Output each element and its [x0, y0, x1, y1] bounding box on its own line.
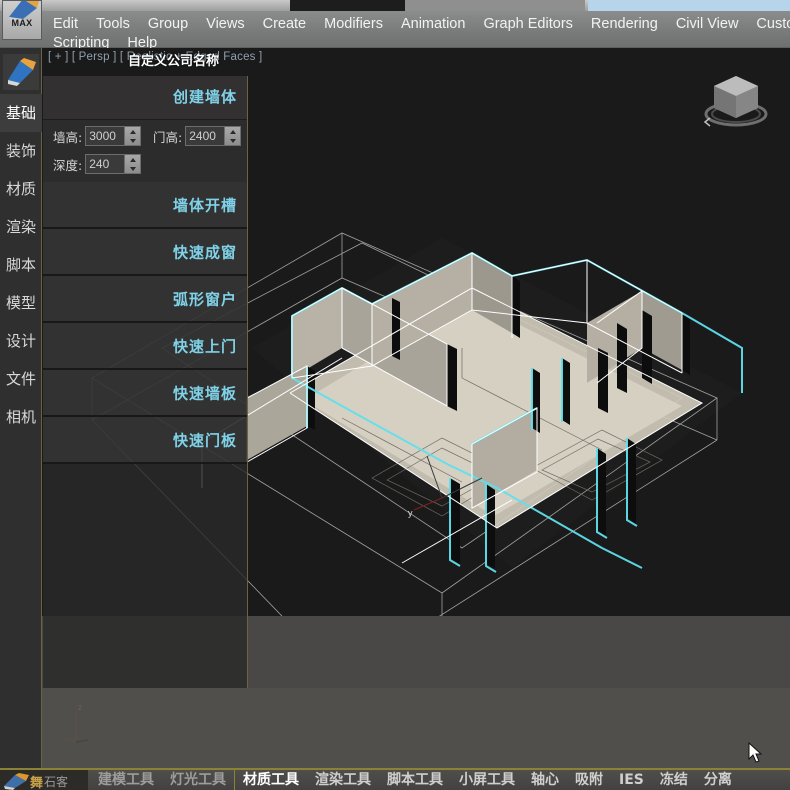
svg-text:x: x — [428, 444, 433, 454]
bottom-toolbar: 舞 石客 建模工具 灯光工具 材质工具 渲染工具 脚本工具 小屏工具 轴心 吸附 IES 冻结 分离 — [0, 768, 790, 790]
sidebar-item-script[interactable]: 脚本 — [0, 246, 42, 284]
menu-row-primary: Edit Tools Group Views Create Modifiers Animat… — [44, 15, 790, 34]
arc-window-button[interactable]: 弧形窗户 — [43, 276, 247, 323]
sidebar-items: 基础 装饰 材质 渲染 脚本 模型 设计 文件 相机 — [0, 94, 42, 436]
sidebar-item-decoration[interactable]: 装饰 — [0, 132, 42, 170]
menu-item-rendering[interactable]: Rendering — [582, 15, 667, 34]
sidebar-item-material[interactable]: 材质 — [0, 170, 42, 208]
brand-logo-subtext: 石客 — [44, 775, 69, 789]
freeze-button[interactable]: 冻结 — [652, 770, 696, 790]
render-tools-button[interactable]: 渲染工具 — [307, 770, 379, 790]
brand-logo-text: 舞 — [30, 776, 44, 790]
menu-bar: Edit Tools Group Views Create Modifiers Animat… — [0, 11, 790, 51]
toolbar-segment-gray — [405, 0, 585, 11]
menu-item-group[interactable]: Group — [139, 15, 197, 34]
menu-item-tools[interactable]: Tools — [87, 15, 139, 34]
ies-button[interactable]: IES — [611, 770, 652, 790]
viewcube-navigation-icon[interactable] — [700, 64, 772, 136]
wall-depth-stepper[interactable] — [85, 154, 142, 174]
viewport-status-pane — [42, 688, 790, 768]
sidebar-item-file[interactable]: 文件 — [0, 360, 42, 398]
spin-up-icon[interactable] — [125, 127, 140, 136]
wall-depth-input[interactable] — [86, 155, 125, 173]
quick-door-button-label: 快速上门 — [172, 337, 237, 355]
sidebar-item-render[interactable]: 渲染 — [0, 208, 42, 246]
max-button-label: MAX — [11, 18, 33, 28]
wall-parameters: 墙高: 门高: — [43, 120, 247, 182]
lighting-tools-button[interactable]: 灯光工具 — [162, 770, 234, 790]
quick-door-panel-button-label: 快速门板 — [172, 431, 237, 449]
quick-wall-panel-button[interactable]: 快速墙板 — [43, 370, 247, 417]
quick-wall-panel-button-label: 快速墙板 — [172, 384, 237, 402]
axis-tripod-icon: z — [65, 703, 89, 743]
quick-window-button[interactable]: 快速成窗 — [43, 229, 247, 276]
menu-item-customize[interactable]: Customize — [747, 15, 790, 34]
quick-door-button[interactable]: 快速上门 — [43, 323, 247, 370]
arc-window-button-label: 弧形窗户 — [172, 290, 237, 308]
sidebar-item-basics[interactable]: 基础 — [0, 94, 42, 132]
wall-height-label: 墙高: — [53, 129, 83, 145]
modeling-tools-button[interactable]: 建模工具 — [90, 770, 162, 790]
menu-item-graph-editors[interactable]: Graph Editors — [474, 15, 581, 34]
wall-height-spin-arrows[interactable] — [124, 127, 141, 145]
script-tools-button[interactable]: 脚本工具 — [379, 770, 451, 790]
viewport-watermark: 自定义公司名称 — [128, 53, 220, 68]
detach-button[interactable]: 分离 — [696, 770, 740, 790]
wall-depth-label: 深度: — [53, 157, 83, 173]
small-screen-tools-button[interactable]: 小屏工具 — [451, 770, 523, 790]
page-title: 创建墙体 — [172, 88, 237, 106]
wall-slotting-button-label: 墙体开槽 — [172, 196, 237, 214]
menu-item-views[interactable]: Views — [197, 15, 253, 34]
wall-slotting-button[interactable]: 墙体开槽 — [43, 182, 247, 229]
quick-door-panel-button[interactable]: 快速门板 — [43, 417, 247, 464]
menu-item-modifiers[interactable]: Modifiers — [315, 15, 392, 34]
application-window: Edit Tools Group Views Create Modifiers Animat… — [0, 0, 790, 790]
spin-down-icon[interactable] — [125, 164, 140, 173]
spin-down-icon[interactable] — [125, 136, 140, 145]
menu-item-create[interactable]: Create — [254, 15, 316, 34]
tool-panel-buttons: 墙体开槽快速成窗弧形窗户快速上门快速墙板快速门板 — [43, 182, 247, 464]
sidebar-item-camera[interactable]: 相机 — [0, 398, 42, 436]
wall-height-field: 墙高: — [53, 126, 142, 146]
max-application-button[interactable]: MAX — [2, 0, 42, 40]
top-toolbar-strip — [0, 0, 790, 11]
menu-item-edit[interactable]: Edit — [44, 15, 87, 34]
parameter-row-2: 深度: — [49, 154, 247, 178]
tool-panel-header: 创建墙体 — [43, 76, 247, 120]
door-height-field: 门高: — [153, 126, 242, 146]
sidebar-item-model[interactable]: 模型 — [0, 284, 42, 322]
wall-height-input[interactable] — [86, 127, 125, 145]
sidebar-item-design[interactable]: 设计 — [0, 322, 42, 360]
quick-window-button-label: 快速成窗 — [172, 243, 237, 261]
pivot-button[interactable]: 轴心 — [523, 770, 567, 790]
wall-height-stepper[interactable] — [85, 126, 142, 146]
brand-mark-icon — [2, 772, 32, 790]
wall-depth-spin-arrows[interactable] — [124, 155, 141, 173]
material-tools-button[interactable]: 材质工具 — [234, 770, 307, 790]
wall-depth-field: 深度: — [53, 154, 142, 174]
spin-up-icon[interactable] — [125, 155, 140, 164]
menu-item-animation[interactable]: Animation — [392, 15, 474, 34]
toolbar-segment-dark — [290, 0, 405, 11]
snap-button[interactable]: 吸附 — [567, 770, 611, 790]
tool-panel: 创建墙体 墙高: 门高: — [43, 76, 248, 688]
menu-item-civil-view[interactable]: Civil View — [667, 15, 748, 34]
door-height-input[interactable] — [186, 127, 225, 145]
spin-up-icon[interactable] — [225, 127, 240, 136]
svg-text:y: y — [408, 508, 413, 518]
brand-logo[interactable]: 舞 石客 — [0, 770, 88, 790]
bottom-toolbar-items: 建模工具 灯光工具 材质工具 渲染工具 脚本工具 小屏工具 轴心 吸附 IES 冻结 分离 — [90, 770, 740, 790]
svg-text:z: z — [78, 703, 82, 712]
door-height-label: 门高: — [153, 129, 183, 145]
toolbar-segment-highlight — [588, 0, 790, 11]
app-logo-icon[interactable] — [3, 54, 39, 90]
left-tab-rail: 基础 装饰 材质 渲染 脚本 模型 设计 文件 相机 — [0, 48, 42, 790]
door-height-stepper[interactable] — [185, 126, 242, 146]
parameter-row-1: 墙高: 门高: — [49, 126, 247, 150]
door-height-spin-arrows[interactable] — [224, 127, 241, 145]
spin-down-icon[interactable] — [225, 136, 240, 145]
